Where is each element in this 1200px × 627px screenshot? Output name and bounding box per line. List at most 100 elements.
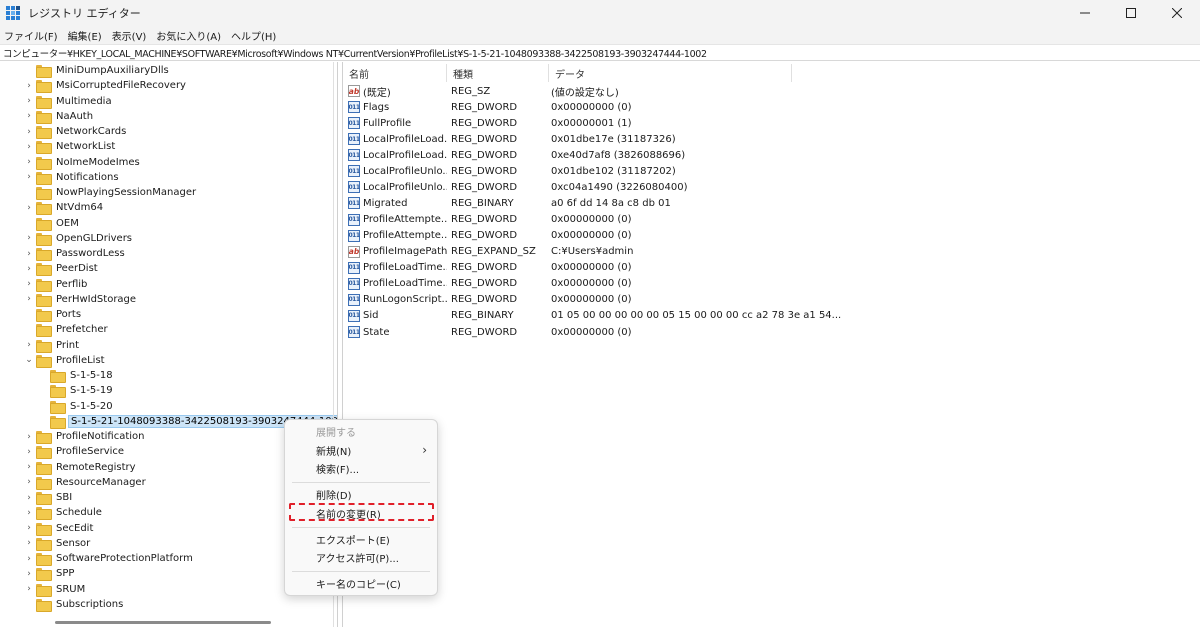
menu-view[interactable]: 表示(V) — [112, 28, 147, 43]
menu-file[interactable]: ファイル(F) — [4, 28, 58, 43]
chevron-right-icon[interactable]: › — [24, 475, 34, 490]
tree-item[interactable]: OEM — [24, 216, 81, 231]
tree-item[interactable]: › SPP — [24, 566, 76, 582]
value-data: 0x00000000 (0) — [551, 101, 632, 113]
tree-item[interactable]: › SBI — [24, 490, 74, 505]
chevron-right-icon[interactable]: › — [24, 139, 34, 154]
menu-item-permissions[interactable]: アクセス許可(P)... — [285, 548, 437, 567]
tree-item[interactable]: Ports — [24, 307, 83, 322]
menu-item-expand[interactable]: 展開する — [285, 422, 437, 441]
tree-item[interactable]: › SoftwareProtectionPlatform — [24, 551, 195, 566]
tree-item[interactable]: › Schedule — [24, 505, 104, 521]
tree-item[interactable]: › Print — [24, 338, 81, 353]
maximize-button[interactable] — [1108, 0, 1154, 26]
tree-item[interactable]: › PerHwIdStorage — [24, 292, 138, 307]
tree-item[interactable]: › SecEdit — [24, 521, 95, 536]
tree-item[interactable]: › ProfileService — [24, 444, 126, 460]
close-button[interactable] — [1154, 0, 1200, 26]
value-row[interactable]: 011 ProfileLoadTime... REG_DWORD 0x00000000… — [343, 276, 799, 292]
tree-item[interactable]: › RemoteRegistry — [24, 460, 138, 475]
menu-item-copy-key-name[interactable]: キー名のコピー(C) — [285, 574, 437, 593]
tree-item[interactable]: › NetworkCards — [24, 124, 128, 139]
column-header-data[interactable]: データ — [549, 64, 792, 82]
value-row[interactable]: ab (既定) REG_SZ (値の設定なし) — [343, 83, 799, 99]
tree-item-subkey[interactable]: S-1-5-20 — [38, 399, 115, 414]
tree-item[interactable]: › OpenGLDrivers — [24, 231, 134, 246]
tree-item[interactable]: › Perflib — [24, 277, 89, 292]
chevron-right-icon[interactable]: › — [24, 460, 34, 475]
tree-item[interactable]: MiniDumpAuxiliaryDlls — [24, 63, 171, 78]
chevron-right-icon[interactable]: › — [24, 170, 34, 185]
chevron-right-icon[interactable]: › — [24, 551, 34, 566]
column-header-name[interactable]: 名前 — [343, 64, 447, 82]
chevron-right-icon[interactable]: › — [24, 536, 34, 551]
chevron-right-icon[interactable]: › — [24, 231, 34, 246]
value-row[interactable]: 011 ProfileAttempte... REG_DWORD 0x00000000… — [343, 228, 799, 244]
chevron-right-icon[interactable]: › — [24, 277, 34, 292]
tree-item[interactable]: › NoImeModeImes — [24, 155, 142, 170]
chevron-right-icon[interactable]: › — [24, 444, 34, 459]
address-bar[interactable]: コンピューター¥HKEY_LOCAL_MACHINE¥SOFTWARE¥Micr… — [0, 44, 1200, 61]
tree-item[interactable]: NowPlayingSessionManager — [24, 185, 198, 200]
value-row[interactable]: 011 RunLogonScript... REG_DWORD 0x00000000 … — [343, 292, 799, 308]
value-name: ProfileAttempte... — [363, 230, 447, 242]
chevron-right-icon[interactable]: › — [24, 582, 34, 597]
tree-horizontal-scrollbar[interactable] — [55, 621, 271, 624]
chevron-down-icon[interactable]: ⌄ — [24, 353, 34, 368]
chevron-right-icon[interactable]: › — [24, 429, 34, 444]
menu-help[interactable]: ヘルプ(H) — [231, 28, 276, 43]
tree-item[interactable]: › NetworkList — [24, 139, 117, 155]
chevron-right-icon[interactable]: › — [24, 200, 34, 215]
chevron-right-icon[interactable]: › — [24, 261, 34, 276]
chevron-right-icon[interactable]: › — [24, 246, 34, 261]
chevron-right-icon[interactable]: › — [24, 521, 34, 536]
chevron-right-icon[interactable]: › — [24, 505, 34, 520]
tree-item[interactable]: › SRUM — [24, 582, 87, 597]
tree-item[interactable]: › PasswordLess — [24, 246, 127, 261]
value-row[interactable]: 011 Migrated REG_BINARY a0 6f dd 14 8a c8 d… — [343, 195, 799, 211]
chevron-right-icon[interactable]: › — [24, 78, 34, 93]
chevron-right-icon[interactable]: › — [24, 124, 34, 139]
chevron-right-icon[interactable]: › — [24, 490, 34, 505]
tree-item[interactable]: › MsiCorruptedFileRecovery — [24, 78, 188, 94]
menu-item-new[interactable]: 新規(N) › — [285, 441, 437, 460]
tree-item-label: Ports — [56, 309, 82, 320]
value-row[interactable]: 011 LocalProfileLoad... REG_DWORD 0x01dbe17… — [343, 131, 799, 147]
tree-item[interactable]: › Sensor — [24, 536, 92, 551]
tree-item[interactable]: ⌄ ProfileList — [24, 353, 107, 368]
value-row[interactable]: 011 Flags REG_DWORD 0x00000000 (0) — [343, 99, 799, 115]
value-row[interactable]: 011 LocalProfileUnlo... REG_DWORD 0x01dbe10… — [343, 163, 799, 179]
tree-item[interactable]: › PeerDist — [24, 261, 100, 277]
tree-item[interactable]: › NtVdm64 — [24, 200, 105, 216]
tree-item[interactable]: › ProfileNotification — [24, 429, 146, 444]
tree-item[interactable]: › Notifications — [24, 170, 121, 185]
column-header-type[interactable]: 種類 — [447, 64, 549, 82]
chevron-right-icon[interactable]: › — [24, 292, 34, 307]
tree-item[interactable]: Subscriptions — [24, 597, 125, 612]
value-row[interactable]: 011 Sid REG_BINARY 01 05 00 00 00 00 00 05 … — [343, 308, 841, 324]
chevron-right-icon[interactable]: › — [24, 94, 34, 109]
chevron-right-icon[interactable]: › — [24, 109, 34, 124]
minimize-button[interactable] — [1062, 0, 1108, 26]
value-row[interactable]: 011 LocalProfileLoad... REG_DWORD 0xe40d7af… — [343, 147, 799, 163]
chevron-right-icon[interactable]: › — [24, 338, 34, 353]
tree-item[interactable]: › Multimedia — [24, 94, 114, 109]
tree-item[interactable]: › ResourceManager — [24, 475, 148, 490]
value-row[interactable]: 011 LocalProfileUnlo... REG_DWORD 0xc04a149… — [343, 179, 799, 195]
chevron-right-icon[interactable]: › — [24, 155, 34, 170]
value-row[interactable]: 011 ProfileLoadTime... REG_DWORD 0x00000000… — [343, 260, 799, 276]
value-row[interactable]: 011 ProfileAttempte... REG_DWORD 0x00000000… — [343, 212, 799, 228]
menu-edit[interactable]: 編集(E) — [68, 28, 102, 43]
menu-item-delete[interactable]: 削除(D) — [285, 485, 437, 504]
value-row[interactable]: 011 FullProfile REG_DWORD 0x00000001 (1) — [343, 115, 799, 131]
value-row[interactable]: ab ProfileImagePath REG_EXPAND_SZ C:¥Users¥… — [343, 244, 799, 260]
menu-item-find[interactable]: 検索(F)... — [285, 459, 437, 478]
tree-item[interactable]: Prefetcher — [24, 322, 110, 338]
menu-favorites[interactable]: お気に入り(A) — [156, 28, 221, 43]
chevron-right-icon[interactable]: › — [24, 566, 34, 581]
tree-item-subkey[interactable]: S-1-5-18 — [38, 368, 115, 383]
tree-item[interactable]: › NaAuth — [24, 109, 95, 124]
tree-item-subkey[interactable]: S-1-5-19 — [38, 383, 115, 399]
value-row[interactable]: 011 State REG_DWORD 0x00000000 (0) — [343, 324, 799, 340]
menu-item-export[interactable]: エクスポート(E) — [285, 530, 437, 549]
